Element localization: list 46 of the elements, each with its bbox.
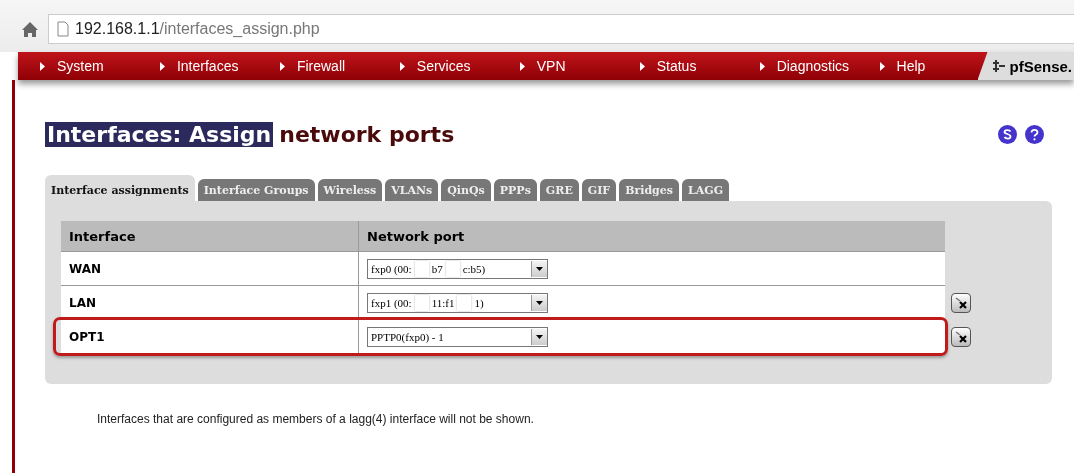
delete-button[interactable]	[951, 327, 971, 347]
nav-menu-item[interactable]: Interfaces	[137, 58, 258, 74]
status-icon[interactable]	[998, 125, 1017, 144]
triangle-icon	[399, 61, 405, 71]
tab[interactable]: PPPs	[493, 179, 537, 201]
table-cell-text: LAN	[68, 294, 97, 312]
help-icon[interactable]	[1025, 125, 1044, 144]
port-dropdown[interactable]: PPTP0(fxp0) - 1	[367, 326, 548, 347]
nav-menu-item[interactable]: Firewall	[257, 58, 378, 74]
nav-menu-item[interactable]: Status	[617, 58, 738, 74]
table-cell-text: WAN	[68, 260, 103, 278]
tab[interactable]: LAGG	[682, 179, 730, 201]
nav-menu-item[interactable]: System	[18, 58, 138, 74]
port-dropdown[interactable]: fxp0 (00: b7 c:b5)	[367, 258, 548, 279]
triangle-icon	[519, 61, 525, 71]
delete-button[interactable]	[951, 293, 971, 313]
tab[interactable]: Wireless	[317, 179, 383, 201]
logo: pfSense.	[977, 52, 1074, 80]
triangle-icon	[279, 61, 285, 71]
url-host: 192.168.1.1	[75, 20, 160, 38]
address-field[interactable]: 192.168.1.1/interfaces_assign.php	[48, 14, 1074, 44]
tab[interactable]: Interface Groups	[197, 179, 315, 201]
port-dropdown[interactable]: fxp1 (00: 11:f1 1)	[367, 292, 548, 313]
column-header: Interface	[68, 227, 137, 246]
column-header: Network port	[358, 221, 945, 251]
table-cell-text: OPT1	[68, 328, 106, 346]
triangle-icon	[639, 61, 645, 71]
page-title: Interfaces: Assign network ports	[45, 122, 455, 147]
tab[interactable]: Interface assignments	[45, 175, 195, 201]
tab[interactable]: QinQs	[441, 179, 491, 201]
tab[interactable]: Bridges	[619, 179, 679, 201]
tab[interactable]: GRE	[539, 179, 579, 201]
nav-menu-item[interactable]: Help	[857, 58, 978, 74]
page-icon	[57, 21, 69, 37]
tab[interactable]: GIF	[581, 179, 617, 201]
triangle-icon	[40, 61, 45, 71]
note-text: Interfaces that are configured as members of a lagg(4) interface will not be shown.	[97, 412, 535, 426]
url-path: /interfaces_assign.php	[159, 20, 320, 38]
nav-menu-item[interactable]: Services	[377, 58, 498, 74]
nav-menu-item[interactable]: Diagnostics	[737, 58, 858, 74]
triangle-icon	[159, 61, 165, 71]
tab[interactable]: VLANs	[385, 179, 439, 201]
home-icon[interactable]	[22, 21, 38, 37]
nav-menu-item[interactable]: VPN	[497, 58, 618, 74]
triangle-icon	[759, 61, 765, 71]
triangle-icon	[879, 61, 885, 71]
